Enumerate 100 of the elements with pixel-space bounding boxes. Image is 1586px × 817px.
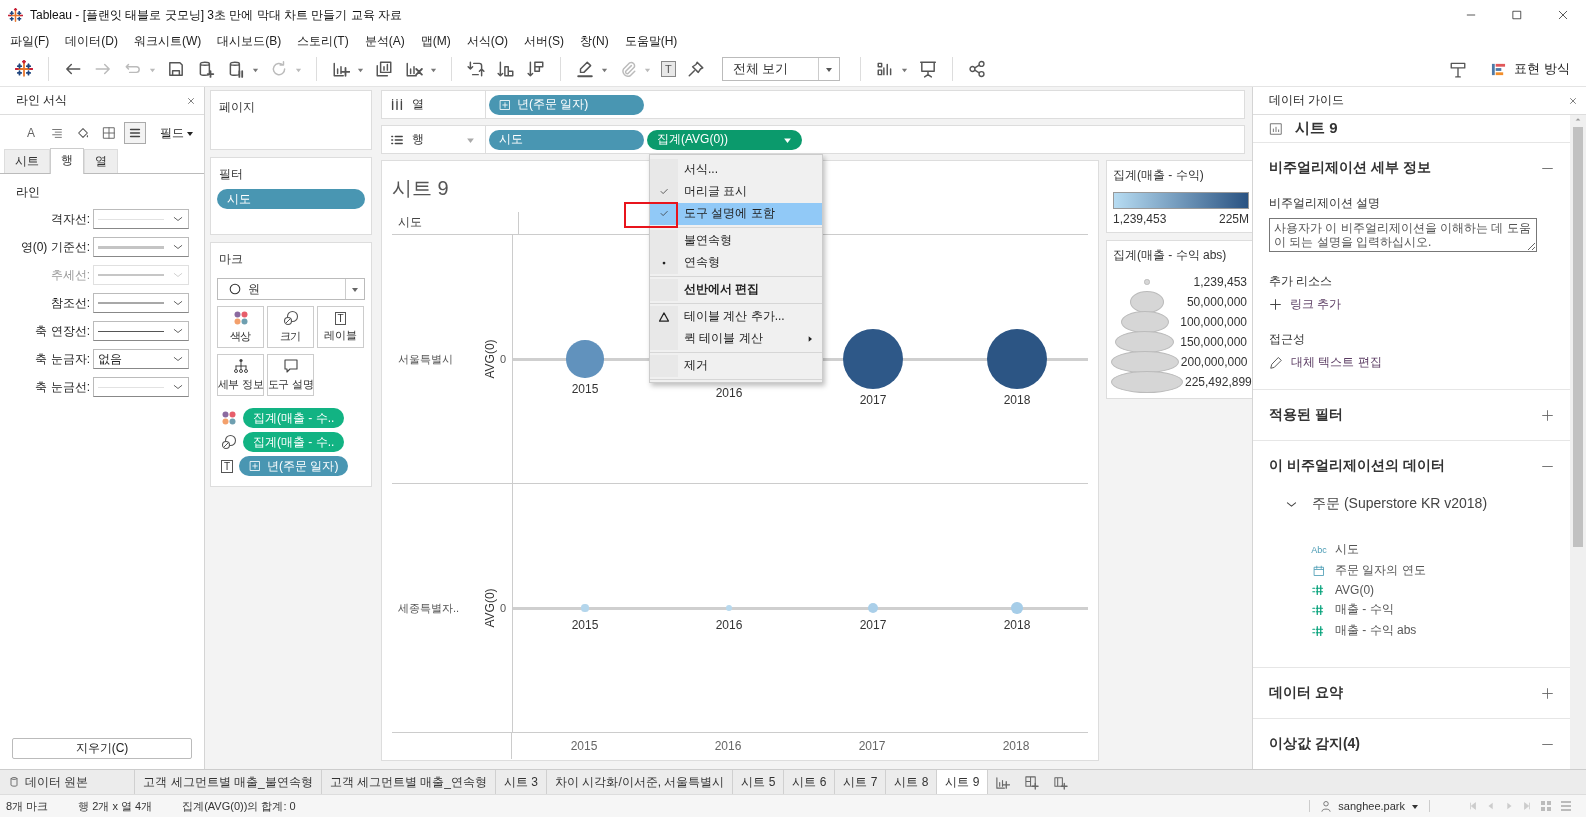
format-tab[interactable]: 행 bbox=[50, 148, 84, 174]
sheet-name: 시트 9 bbox=[1295, 119, 1338, 138]
pen-icon[interactable] bbox=[576, 60, 594, 78]
new-sheet-icon[interactable] bbox=[995, 774, 1011, 790]
menu-item[interactable]: 서식(O) bbox=[458, 32, 516, 50]
description-field[interactable]: 사용자가 이 비주얼리제이션을 이해하는 데 도움이 되는 설명을 입력하십시오. bbox=[1269, 218, 1537, 252]
section-title: 데이터 요약 bbox=[1269, 684, 1343, 702]
submenu-arrow-icon bbox=[806, 334, 814, 343]
caret-icon[interactable] bbox=[466, 135, 475, 144]
format-label: 축 눈금자: bbox=[34, 350, 90, 368]
clear-chart-icon[interactable] bbox=[405, 60, 423, 78]
menu-item[interactable]: 서버(S) bbox=[516, 32, 572, 50]
tableau-logo-icon[interactable] bbox=[15, 60, 33, 78]
sort-ascending-icon[interactable] bbox=[497, 60, 515, 78]
presentation-icon[interactable] bbox=[919, 60, 938, 78]
pencil-icon bbox=[1269, 355, 1283, 370]
grid-icon[interactable] bbox=[102, 126, 116, 140]
menu-option[interactable]: 연속형 bbox=[650, 251, 822, 274]
menu-item[interactable]: 창(N) bbox=[572, 32, 617, 50]
share-icon[interactable] bbox=[968, 60, 987, 78]
marks-button[interactable]: T 레이블 bbox=[317, 306, 364, 348]
menu-item[interactable]: 분석(A) bbox=[356, 32, 413, 50]
caret-icon[interactable] bbox=[783, 135, 792, 144]
line-style-dropdown[interactable]: 없음 bbox=[93, 349, 189, 369]
status-text: 8개 마크 bbox=[6, 798, 49, 814]
sheet-tab[interactable]: 시트 9 bbox=[937, 770, 989, 794]
lines-icon[interactable] bbox=[128, 126, 142, 140]
new-dashboard-icon[interactable] bbox=[1024, 774, 1040, 790]
data-point[interactable] bbox=[987, 329, 1047, 389]
calendar-icon bbox=[1313, 564, 1325, 577]
menu-option[interactable]: 선반에서 편집 bbox=[650, 278, 822, 301]
menu-option[interactable]: 불연속형 bbox=[650, 229, 822, 252]
line-style-dropdown[interactable] bbox=[93, 237, 189, 257]
legend-title: 집계(매출 - 수익) bbox=[1113, 168, 1204, 182]
legend-label: 100,000,000 bbox=[1180, 315, 1248, 329]
menu-item[interactable]: 스토리(T) bbox=[289, 32, 357, 50]
paint-bucket-icon[interactable] bbox=[76, 126, 90, 140]
line-style-dropdown[interactable] bbox=[93, 209, 189, 229]
line-style-dropdown[interactable] bbox=[93, 321, 189, 341]
show-labels-button[interactable]: T bbox=[661, 61, 676, 77]
show-me-button[interactable]: 표현 방식 bbox=[1485, 56, 1576, 82]
size-marker bbox=[1115, 331, 1174, 353]
data-point[interactable] bbox=[843, 329, 903, 389]
save-icon[interactable] bbox=[167, 60, 185, 78]
align-icon[interactable] bbox=[50, 126, 64, 140]
expand-icon[interactable] bbox=[1541, 408, 1554, 422]
close-icon[interactable] bbox=[186, 95, 196, 106]
data-point[interactable] bbox=[566, 340, 604, 378]
tooltip-sign-icon[interactable] bbox=[1449, 60, 1468, 78]
new-story-icon[interactable] bbox=[1053, 774, 1069, 790]
menu-item[interactable]: 파일(F) bbox=[2, 32, 58, 50]
bars-icon bbox=[1491, 61, 1507, 77]
mark-type-dropdown[interactable]: 원 bbox=[217, 278, 365, 300]
menu-item[interactable]: 맵(M) bbox=[412, 32, 459, 50]
menu-option[interactable]: 제거 bbox=[650, 354, 822, 377]
line-style-dropdown[interactable] bbox=[93, 293, 189, 313]
pin-icon[interactable] bbox=[686, 60, 705, 78]
menu-option[interactable]: 서식... bbox=[650, 158, 822, 181]
add-link[interactable]: 링크 추가 bbox=[1269, 296, 1342, 313]
font-tab[interactable]: A bbox=[20, 122, 42, 144]
section-title: 적용된 필터 bbox=[1269, 406, 1343, 424]
section-title: 이 비주얼리제이션의 데이터 bbox=[1269, 457, 1445, 475]
user-menu[interactable]: sanghee.park bbox=[1309, 800, 1430, 812]
format-tab[interactable]: 열 bbox=[84, 149, 118, 173]
data-label: 2017 bbox=[858, 393, 888, 407]
duplicate-chart-icon[interactable] bbox=[375, 60, 393, 78]
database-plus-icon[interactable] bbox=[197, 60, 215, 78]
marks-button[interactable]: 세부 정보 bbox=[217, 354, 264, 396]
menu-option[interactable]: 퀵 테이블 계산 bbox=[650, 327, 822, 350]
database-pause-icon[interactable] bbox=[227, 60, 245, 78]
edit-alt-text-link[interactable]: 대체 텍스트 편집 bbox=[1269, 354, 1382, 371]
field-label: 비주얼리제이션 설명 bbox=[1269, 196, 1381, 210]
data-label: 2016 bbox=[714, 386, 744, 400]
marks-button[interactable]: 크기 bbox=[267, 306, 314, 348]
swap-icon[interactable] bbox=[467, 60, 485, 78]
menu-item[interactable]: 대시보드(B) bbox=[209, 32, 290, 50]
close-icon[interactable] bbox=[1568, 95, 1578, 106]
sheet-icon bbox=[1269, 121, 1283, 136]
format-label: 격자선: bbox=[49, 210, 90, 228]
marks-button[interactable]: 색상 bbox=[217, 306, 264, 348]
marks-button[interactable]: 도구 설명 bbox=[267, 354, 314, 396]
menu-option[interactable]: 도구 설명에 포함 bbox=[650, 202, 822, 225]
menu-option[interactable]: 머리글 표시 bbox=[650, 180, 822, 203]
scrollbar-thumb[interactable] bbox=[1573, 127, 1583, 547]
sort-descending-icon[interactable] bbox=[527, 60, 545, 78]
menu-item[interactable]: 도움말(H) bbox=[616, 32, 686, 50]
datasource-item[interactable]: 주문 (Superstore KR v2018) bbox=[1269, 491, 1554, 513]
line-style-dropdown[interactable] bbox=[93, 377, 189, 397]
menu-option[interactable]: 테이블 계산 추가... bbox=[650, 305, 822, 328]
new-chart-icon[interactable] bbox=[332, 60, 350, 78]
legend-min: 1,239,453 bbox=[1113, 212, 1167, 226]
clear-button[interactable]: 지우기(C) bbox=[12, 738, 192, 759]
axis-label: 2018 bbox=[1002, 739, 1030, 753]
expand-icon[interactable] bbox=[1541, 686, 1554, 700]
view-dropdown[interactable]: 전체 보기 bbox=[721, 57, 841, 81]
menu-item[interactable]: 워크시트(W) bbox=[126, 32, 210, 50]
fields-dropdown[interactable]: 필드 bbox=[160, 124, 194, 142]
menu-item[interactable]: 데이터(D) bbox=[57, 32, 126, 50]
field-pill[interactable]: 집계(AVG(0)) bbox=[647, 129, 802, 150]
format-tab[interactable]: 시트 bbox=[4, 149, 50, 173]
